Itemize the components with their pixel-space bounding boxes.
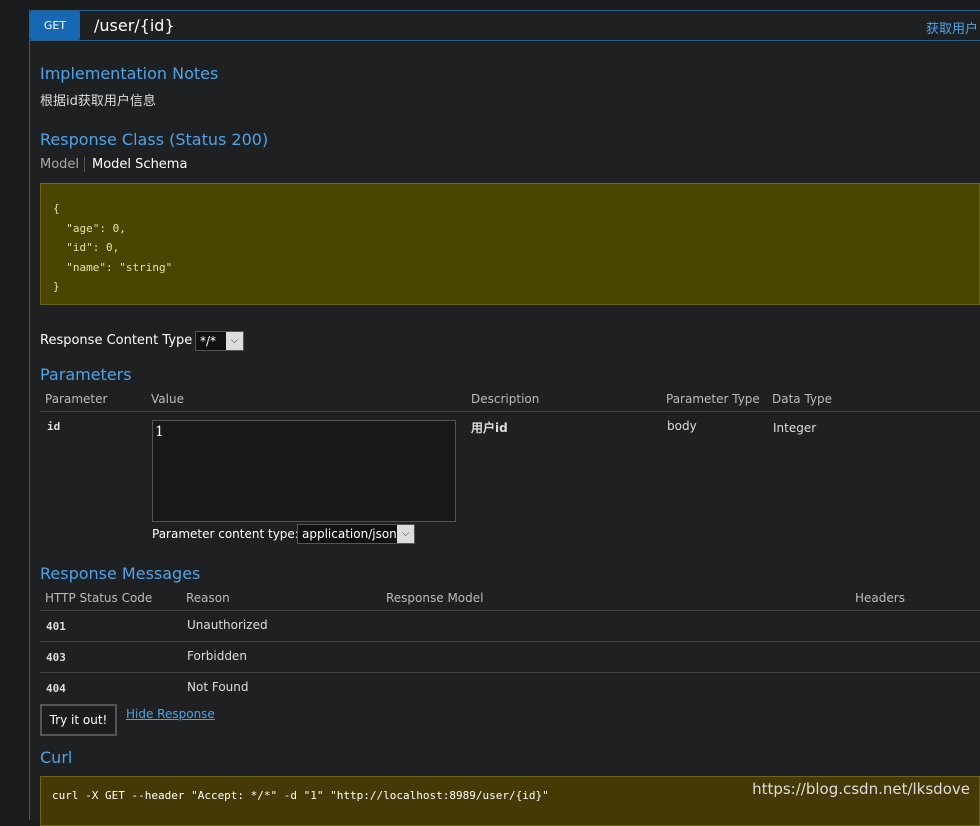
col-status-code: HTTP Status Code	[45, 591, 153, 605]
try-it-out-button[interactable]: Try it out!	[40, 704, 117, 736]
implementation-notes-heading: Implementation Notes	[40, 64, 219, 83]
status-reason: Forbidden	[187, 649, 247, 663]
col-parameter: Parameter	[45, 392, 108, 406]
col-description: Description	[471, 392, 540, 406]
schema-line: "name": "string"	[53, 260, 173, 274]
col-parameter-type: Parameter Type	[666, 392, 760, 406]
tab-model-schema[interactable]: Model Schema	[92, 157, 187, 172]
response-content-type-select[interactable]: */* ⌵	[195, 331, 244, 351]
hide-response-link[interactable]: Hide Response	[126, 707, 215, 721]
curl-heading: Curl	[40, 748, 73, 767]
divider	[40, 672, 980, 673]
divider	[40, 411, 980, 412]
col-data-type: Data Type	[772, 392, 833, 406]
status-code: 403	[46, 651, 66, 664]
param-description: 用户id	[471, 421, 508, 435]
col-response-model: Response Model	[386, 591, 484, 605]
operation-summary[interactable]: 获取用户	[926, 18, 978, 37]
response-messages-heading: Response Messages	[40, 564, 201, 583]
param-content-type-label: Parameter content type:	[152, 527, 299, 541]
select-value: */*	[200, 334, 217, 348]
response-content-type-label: Response Content Type	[40, 333, 193, 348]
operation-panel: GET /user/{id} 获取用户 Implementation Notes…	[29, 10, 980, 826]
select-value: application/json	[302, 527, 397, 541]
chevron-down-icon: ⌵	[397, 525, 414, 543]
param-value-textarea[interactable]: 1	[152, 420, 456, 522]
tab-model[interactable]: Model	[40, 157, 86, 172]
param-content-type-select[interactable]: application/json ⌵	[297, 524, 415, 544]
method-badge: GET	[30, 11, 80, 40]
param-data-type: Integer	[773, 421, 817, 435]
operation-header[interactable]: GET /user/{id} 获取用户	[30, 11, 980, 41]
parameters-heading: Parameters	[40, 365, 132, 384]
operation-path[interactable]: /user/{id}	[94, 16, 175, 35]
model-schema-block: { "age": 0, "id": 0, "name": "string"}	[40, 183, 980, 305]
col-headers: Headers	[855, 591, 905, 605]
status-reason: Unauthorized	[187, 618, 268, 632]
col-value: Value	[151, 392, 184, 406]
implementation-notes-text: 根据id获取用户信息	[40, 94, 156, 109]
param-type: body	[667, 419, 697, 433]
schema-line: {	[53, 202, 60, 215]
schema-line: }	[53, 280, 60, 293]
col-reason: Reason	[186, 591, 230, 605]
status-reason: Not Found	[187, 680, 249, 694]
param-name: id	[47, 420, 61, 433]
watermark: https://blog.csdn.net/lksdove	[752, 780, 970, 798]
divider	[40, 610, 980, 611]
status-code: 401	[46, 620, 66, 633]
chevron-down-icon: ⌵	[226, 332, 243, 350]
schema-line: "age": 0,	[53, 221, 126, 235]
response-class-heading: Response Class (Status 200)	[40, 130, 269, 149]
status-code: 404	[46, 682, 66, 695]
divider	[40, 641, 980, 642]
schema-line: "id": 0,	[53, 241, 120, 254]
